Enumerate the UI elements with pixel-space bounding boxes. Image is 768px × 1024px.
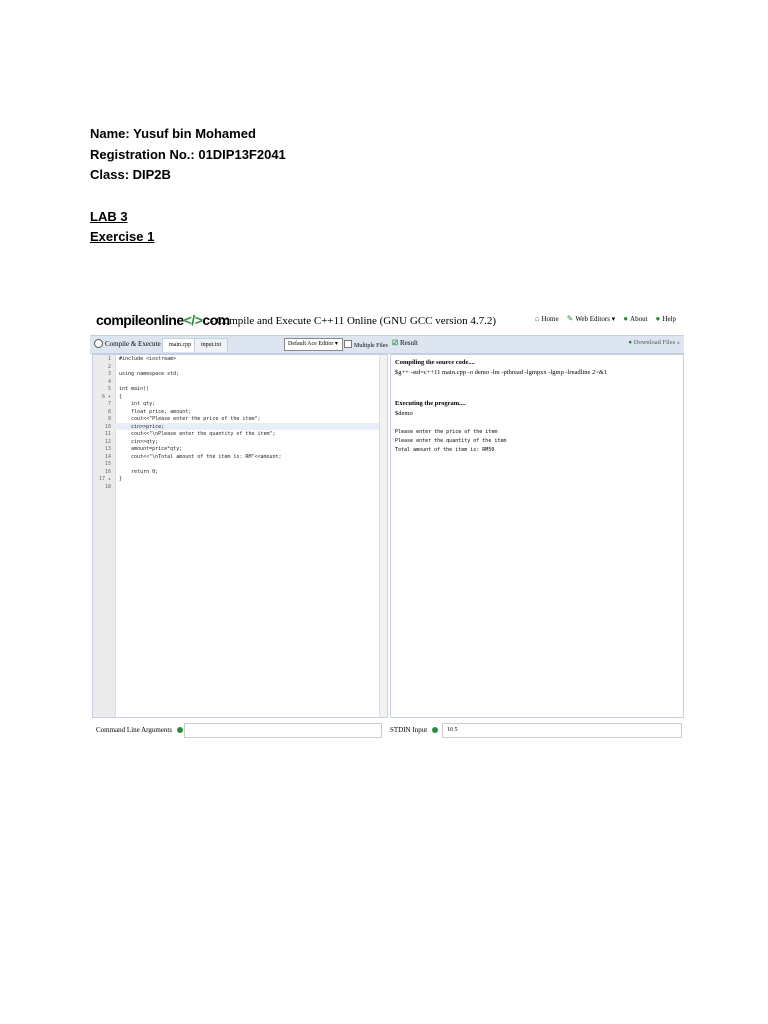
line-number: 5 xyxy=(107,386,111,392)
code-line: int main() xyxy=(119,386,150,392)
help-icon: ● xyxy=(655,314,661,323)
class-label: Class: DIP2B xyxy=(90,167,171,182)
executing-label: Executing the program.... xyxy=(395,400,466,407)
code-line: return 0; xyxy=(119,468,159,475)
registration-number: Registration No.: 01DIP13F2041 xyxy=(90,146,286,162)
code-line: cin>>qty; xyxy=(119,438,159,445)
run-command: $demo xyxy=(395,410,413,417)
home-icon: ⌂ xyxy=(534,314,540,323)
compile-execute-button[interactable]: Compile & Execute xyxy=(94,339,161,348)
nav-home[interactable]: ⌂ Home xyxy=(535,314,559,323)
user-icon: ● xyxy=(623,314,629,323)
output-line: Please enter the quantity of the item xyxy=(395,438,507,444)
command-line-args-input[interactable] xyxy=(184,723,382,738)
nav-about[interactable]: ● About xyxy=(623,314,647,323)
line-number: 1 xyxy=(107,356,111,362)
code-line: cout<<"\nTotal amount of the item is: RM… xyxy=(119,453,282,460)
line-number: 6 ▾ xyxy=(101,393,111,400)
line-number: 15 xyxy=(104,461,111,467)
line-number: 13 xyxy=(104,446,111,452)
code-line: float price, amount; xyxy=(119,408,192,415)
line-number: 18 xyxy=(104,483,111,490)
line-number: 4 xyxy=(107,378,111,385)
code-line: amount=price*qty; xyxy=(119,446,183,452)
result-header: ☑ Result xyxy=(392,339,418,347)
line-number: 16 xyxy=(104,468,111,475)
collapse-icon: » xyxy=(676,339,680,346)
code-line: { xyxy=(119,393,123,400)
line-number: 3 xyxy=(107,371,111,377)
check-icon: ☑ xyxy=(392,339,399,347)
exercise-heading: Exercise 1 xyxy=(90,229,155,244)
play-icon xyxy=(94,339,103,348)
output-line: Total amount of the item is: RM50 xyxy=(395,447,495,453)
nav-web-editors[interactable]: ✎ Web Editors ▾ xyxy=(567,314,616,323)
line-number: 9 xyxy=(107,416,111,422)
cla-label: Command Line Arguments xyxy=(96,726,184,734)
download-icon: ● xyxy=(628,339,633,346)
line-gutter: 123456 ▾ 7 8 9 10 11 12 13 14 15 16 17 ▴ 18 xyxy=(93,355,116,717)
line-number: 7 xyxy=(107,401,111,407)
download-files-button[interactable]: ● Download Files » xyxy=(628,339,680,346)
help-icon xyxy=(432,727,439,733)
multiple-files-toggle[interactable]: Multiple Files xyxy=(344,340,388,349)
editor-mode-select[interactable]: Default Ace Editor ▾ xyxy=(284,338,343,351)
code-line: } xyxy=(119,476,123,482)
compiling-label: Compiling the source code.... xyxy=(395,359,475,366)
line-number: 14 xyxy=(104,453,111,460)
output-line: Please enter the price of the item xyxy=(395,429,498,435)
student-name: Name: Yusuf bin Mohamed xyxy=(90,126,256,141)
editor-toolbar: Compile & Execute main.cpp input.txt Def… xyxy=(90,335,684,354)
checkbox-icon xyxy=(344,340,352,348)
nav-help[interactable]: ● Help xyxy=(656,314,676,323)
document-header: Name: Yusuf bin Mohamed Registration No.… xyxy=(90,124,286,248)
top-nav: ⌂ Home ✎ Web Editors ▾ ● About ● Help xyxy=(535,314,676,323)
code-line: cout<<"\nPlease enter the quantity of th… xyxy=(119,431,276,437)
code-line: cout<<"Please enter the price of the ite… xyxy=(119,416,261,422)
page-title: - Compile and Execute C++11 Online (GNU … xyxy=(210,315,497,327)
tab-input-txt[interactable]: input.txt xyxy=(194,338,229,352)
code-line: cin>>price; xyxy=(119,423,165,430)
code-line: using namespace std; xyxy=(119,371,180,377)
tab-main-cpp[interactable]: main.cpp xyxy=(162,338,199,352)
code-line: int qty; xyxy=(119,401,156,407)
line-number: 12 xyxy=(104,438,111,445)
pencil-icon: ✎ xyxy=(566,314,574,323)
input-bar: Command Line Arguments STDIN Input 10 5 xyxy=(90,722,684,740)
help-icon xyxy=(177,727,184,733)
code-editor[interactable]: 123456 ▾ 7 8 9 10 11 12 13 14 15 16 17 ▴ 18 #include… xyxy=(92,354,388,718)
line-number: 2 xyxy=(107,363,111,370)
compiler-screenshot: compileonline</>com - Compile and Execut… xyxy=(90,303,684,743)
stdin-input[interactable]: 10 5 xyxy=(442,723,682,738)
line-number: 17 ▴ xyxy=(98,476,111,482)
editor-scrollbar[interactable] xyxy=(379,355,387,717)
compile-command: $g++ -std=c++11 main.cpp -o demo -lm -pt… xyxy=(395,369,608,376)
code-line: #include <iostream> xyxy=(119,356,177,362)
line-number: 10 xyxy=(104,423,111,430)
stdin-label: STDIN Input xyxy=(390,726,439,734)
line-number: 11 xyxy=(104,431,111,437)
lab-heading: LAB 3 xyxy=(90,208,128,224)
site-header: compileonline</>com - Compile and Execut… xyxy=(90,303,684,333)
result-panel: Compiling the source code.... $g++ -std=… xyxy=(390,354,684,718)
line-number: 8 xyxy=(107,408,111,415)
